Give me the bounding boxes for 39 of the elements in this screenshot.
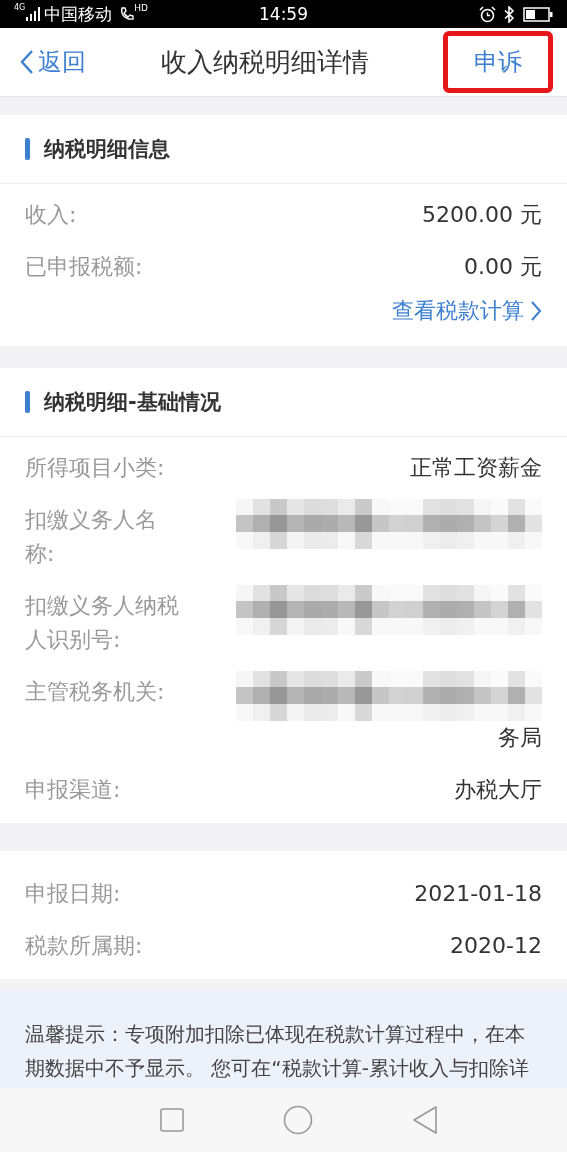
chevron-left-icon [20,49,34,75]
appeal-button[interactable]: 申诉 [443,31,553,93]
battery-icon [523,6,553,22]
alarm-icon [479,5,496,23]
section-marker [25,391,30,413]
field-label: 已申报税额: [25,253,144,281]
field-value: 2021-01-18 [414,880,542,908]
field-value: 5200.00 元 [422,201,542,229]
section-title: 纳税明细信息 [44,136,170,163]
field-label: 扣缴义务人名称: [25,506,158,568]
field-label: 扣缴义务人纳税人识别号: [25,592,180,654]
field-value: 办税大厅 [454,776,542,804]
section-title: 纳税明细-基础情况 [44,389,221,416]
field-label: 收入: [25,201,78,229]
field-label: 申报日期: [25,880,122,908]
signal-icon [26,7,41,21]
carrier-name: 中国移动 [44,2,113,26]
back-icon[interactable] [411,1105,438,1135]
field-label: 主管税务机关: [25,678,166,706]
page-title: 收入纳税明细详情 [160,45,369,79]
bluetooth-icon [504,5,515,23]
field-label: 税款所属期: [25,932,144,960]
clock-time: 14:59 [258,4,309,24]
recent-apps-icon[interactable] [159,1108,184,1132]
chevron-right-icon [530,300,542,322]
phone-icon [120,7,135,21]
tax-calculation-link[interactable]: 查看税款计算 [392,296,542,326]
network-type: 4G [14,3,26,12]
field-value: 正常工资薪金 [410,454,542,482]
field-label: 申报渠道: [25,776,122,804]
hd-label: HD [134,3,148,13]
back-button[interactable]: 返回 [20,46,86,78]
section-marker [25,138,30,160]
field-value: 0.00 元 [464,253,542,281]
field-value: 务局 [498,724,542,752]
home-icon[interactable] [282,1105,313,1135]
notice-text: 温馨提示：专项附加扣除已体现在税款计算过程中，在本期数据中不予显示。 您可在“税款计算-累计收入与扣除详 [25,1021,530,1082]
field-value: 2020-12 [450,932,542,960]
field-label: 所得项目小类: [25,454,166,482]
